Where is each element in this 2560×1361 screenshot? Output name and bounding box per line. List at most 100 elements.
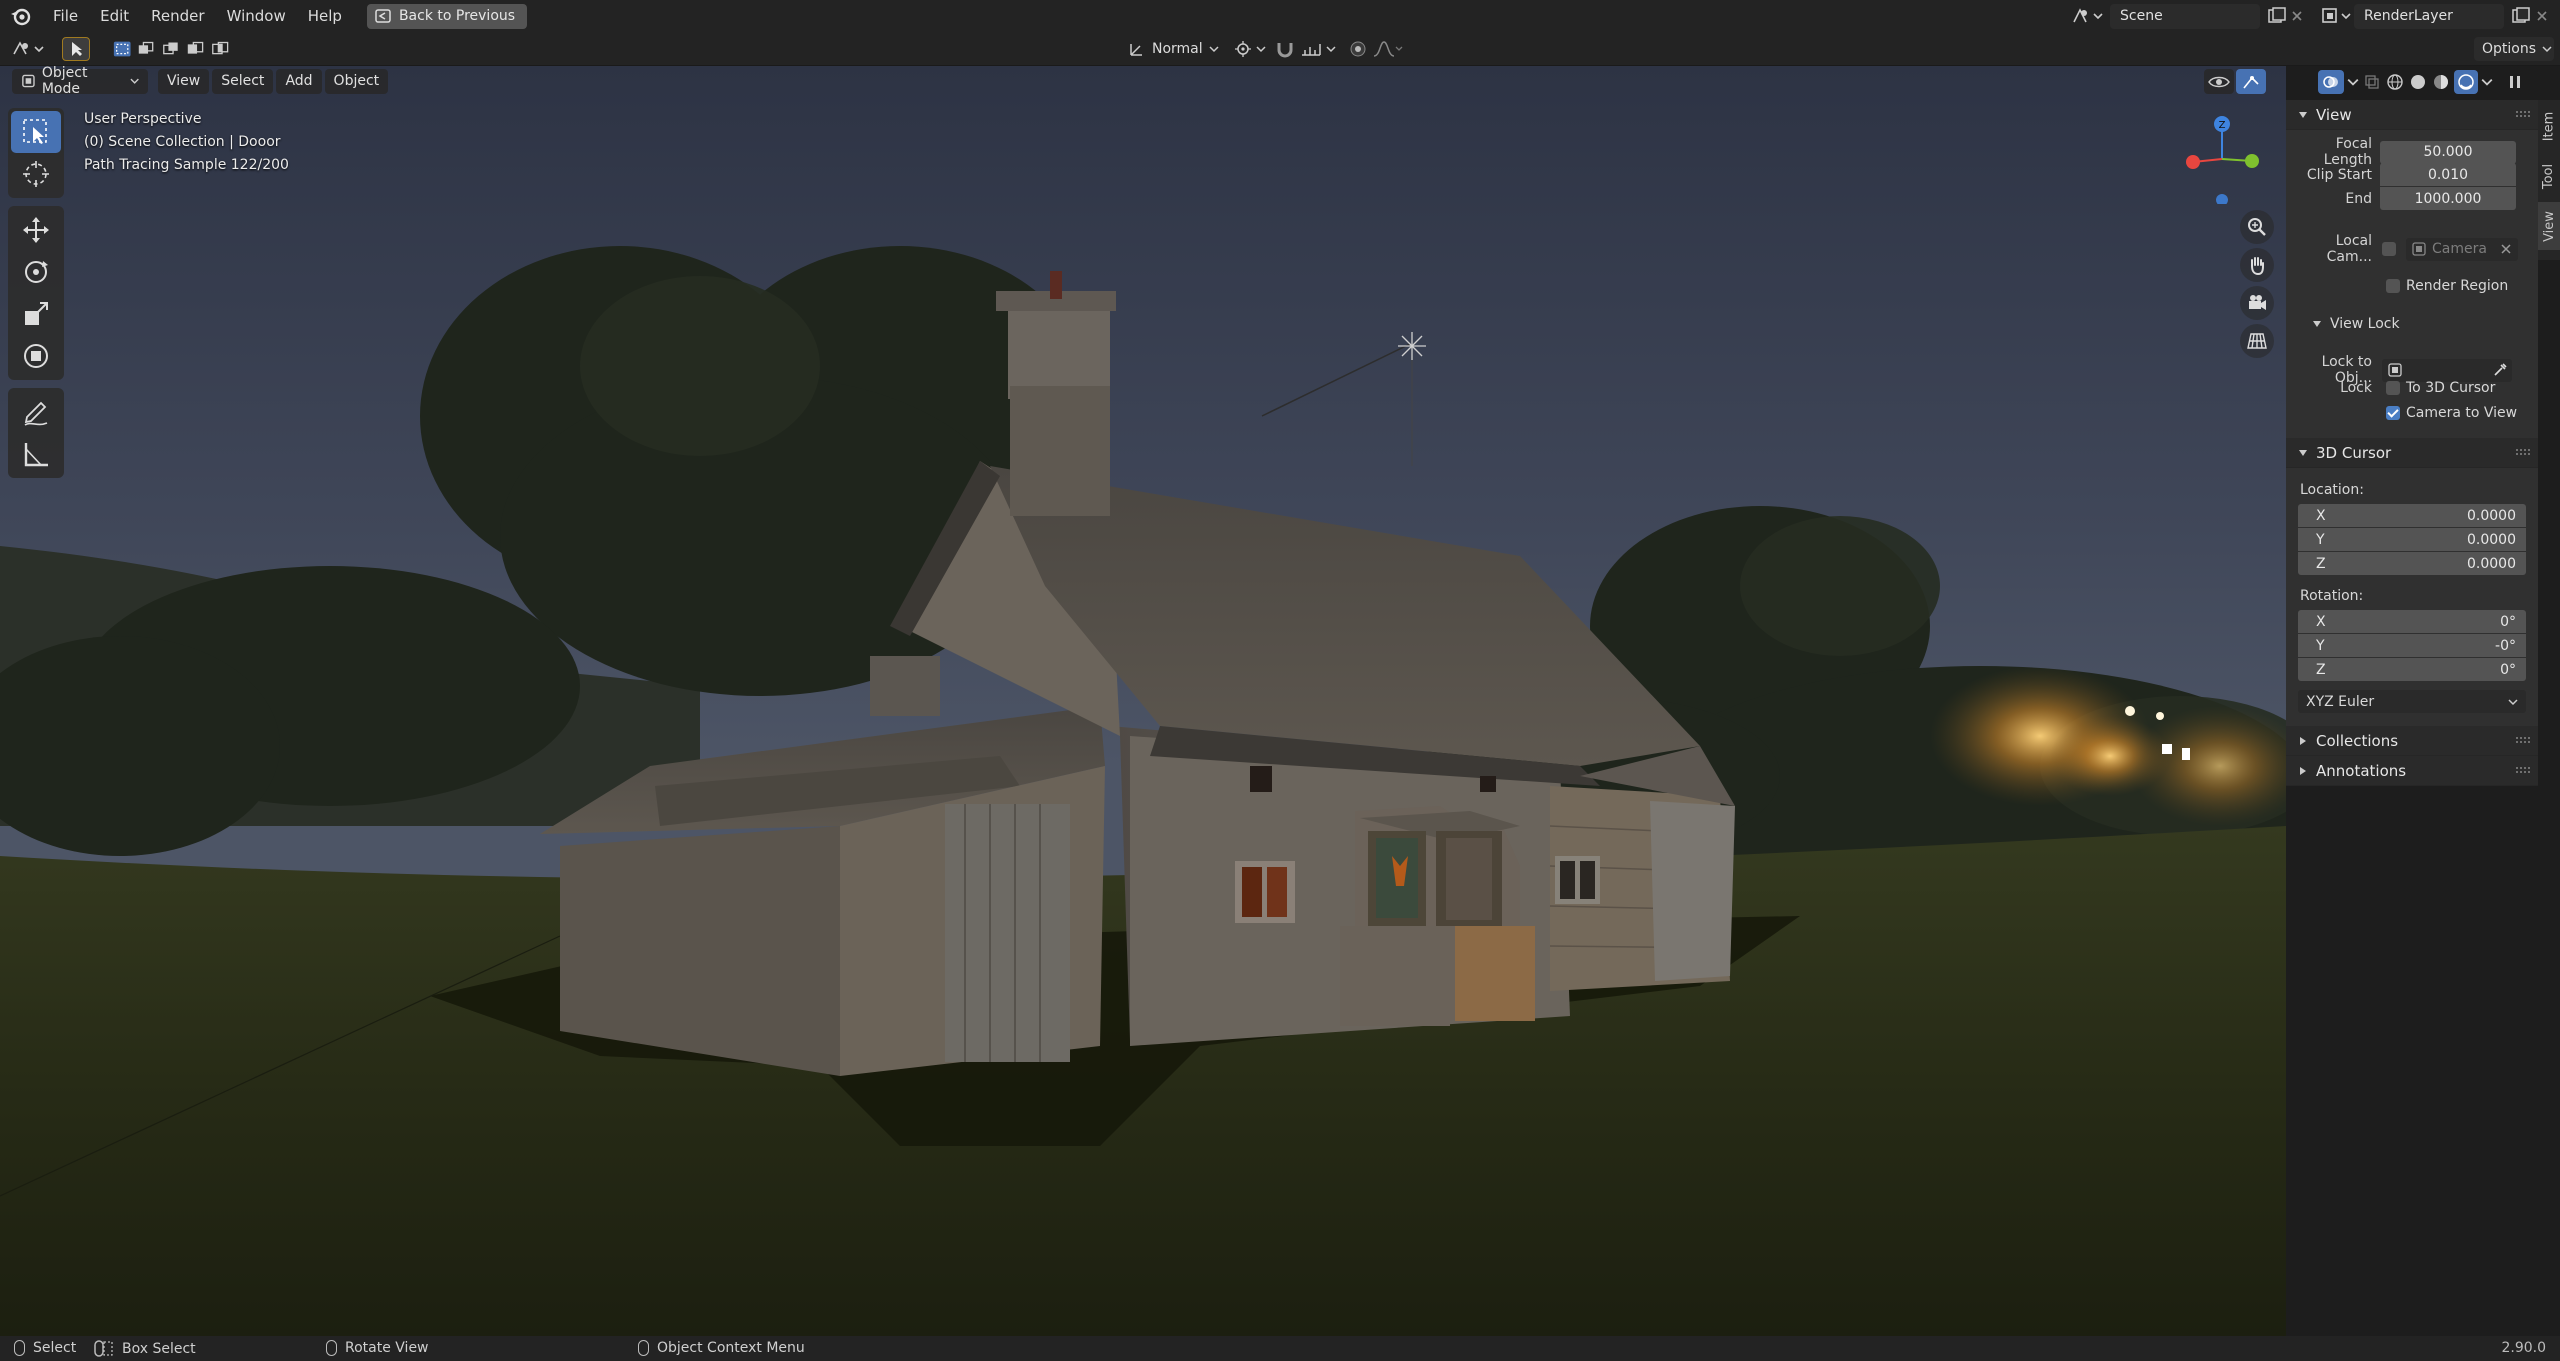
camera-to-view-checkbox[interactable] <box>2386 406 2400 420</box>
measure-tool[interactable] <box>11 433 61 475</box>
gizmo-y-axis[interactable] <box>2245 154 2259 168</box>
blender-logo-icon[interactable] <box>10 5 32 27</box>
close-layer-icon[interactable] <box>2532 7 2554 25</box>
menu-edit[interactable]: Edit <box>89 0 140 32</box>
lock-to-object-field[interactable] <box>2382 358 2512 382</box>
3d-cursor-panel-header[interactable]: 3D Cursor <box>2286 438 2538 468</box>
rotation-y-field[interactable]: Y -0° <box>2298 634 2526 657</box>
material-shading-icon[interactable] <box>2431 72 2451 92</box>
move-tool[interactable] <box>11 209 61 251</box>
pause-render-icon[interactable] <box>2506 73 2524 91</box>
rendered-scene[interactable] <box>0 66 2286 1336</box>
select-intersect-icon[interactable] <box>210 39 230 59</box>
rotate-tool[interactable] <box>11 251 61 293</box>
3d-viewport[interactable]: Object Mode View Select Add Object User … <box>0 66 2286 1336</box>
active-tool-button[interactable] <box>62 37 90 61</box>
location-z-field[interactable]: Z 0.0000 <box>2298 552 2526 575</box>
tab-view[interactable]: View <box>2538 202 2560 250</box>
render-region-checkbox[interactable] <box>2386 279 2400 293</box>
tab-item[interactable]: Item <box>2538 102 2560 150</box>
rotation-x-row: X 0° <box>2298 610 2526 633</box>
select-extend-icon[interactable] <box>136 39 156 59</box>
panel-drag-grip[interactable] <box>2516 111 2530 117</box>
wireframe-shading-icon[interactable] <box>2385 72 2405 92</box>
gizmo-neg-z-axis[interactable] <box>2216 194 2228 204</box>
close-scene-icon[interactable] <box>2288 7 2306 25</box>
view-panel-header[interactable]: View <box>2286 100 2538 130</box>
viewport-menu-object[interactable]: Object <box>324 68 389 94</box>
new-layer-icon[interactable] <box>2510 7 2532 25</box>
object-visibility-dropdown[interactable] <box>2204 69 2234 94</box>
view-lock-subheader[interactable]: View Lock <box>2312 316 2400 332</box>
select-invert-icon[interactable] <box>185 39 205 59</box>
collections-panel-header[interactable]: Collections <box>2286 726 2538 756</box>
viewport-menu-add[interactable]: Add <box>276 68 322 94</box>
proportional-edit-toggle[interactable] <box>1348 37 1370 61</box>
gizmo-toggle[interactable] <box>2236 69 2266 94</box>
local-camera-checkbox[interactable] <box>2382 242 2396 256</box>
xray-toggle[interactable] <box>2362 72 2382 92</box>
solid-shading-icon[interactable] <box>2408 72 2428 92</box>
rendered-shading-toggle[interactable] <box>2454 69 2478 94</box>
zoom-view-button[interactable] <box>2240 210 2274 244</box>
panel-drag-grip[interactable] <box>2516 737 2530 743</box>
pivot-point-dropdown[interactable] <box>1232 37 1268 61</box>
viewport-menu-view[interactable]: View <box>158 68 210 94</box>
selection-mode-group[interactable] <box>110 37 230 61</box>
scene-collection-text: (0) Scene Collection | Dooor <box>84 134 281 150</box>
viewport-menu-select[interactable]: Select <box>212 68 274 94</box>
menu-render[interactable]: Render <box>140 0 215 32</box>
clip-start-field[interactable]: 0.010 <box>2380 163 2516 186</box>
transform-tool[interactable] <box>11 335 61 377</box>
chevron-down-icon[interactable] <box>2347 76 2359 88</box>
overlays-toggle[interactable] <box>2318 69 2344 94</box>
render-layer-icon[interactable] <box>2320 6 2354 26</box>
chevron-down-icon[interactable] <box>2481 76 2493 88</box>
eyedropper-icon[interactable] <box>2492 362 2508 378</box>
menu-window[interactable]: Window <box>216 0 297 32</box>
object-mode-dropdown[interactable]: Object Mode <box>12 66 148 97</box>
local-camera-field[interactable]: Camera <box>2406 237 2518 261</box>
scene-name-field[interactable]: Scene <box>2110 3 2260 29</box>
version-label: 2.90.0 <box>2501 1340 2546 1356</box>
select-subtract-icon[interactable] <box>161 39 181 59</box>
camera-view-button[interactable] <box>2240 286 2274 320</box>
focal-length-field[interactable]: 50.000 <box>2380 140 2516 164</box>
cursor-tool[interactable] <box>11 153 61 195</box>
to-3d-cursor-checkbox[interactable] <box>2386 381 2400 395</box>
scene-icon[interactable] <box>2070 6 2106 26</box>
rotation-mode-dropdown[interactable]: XYZ Euler <box>2298 690 2526 713</box>
annotate-tool[interactable] <box>11 391 61 433</box>
annotations-panel-header[interactable]: Annotations <box>2286 756 2538 786</box>
snap-toggle[interactable] <box>1274 37 1298 61</box>
transform-orientation-dropdown[interactable]: Normal <box>1124 37 1224 61</box>
select-box-tool[interactable] <box>11 111 61 153</box>
navigation-gizmo[interactable]: Z <box>2176 104 2276 204</box>
render-layer-field[interactable]: RenderLayer <box>2354 3 2504 29</box>
gizmo-x-axis[interactable] <box>2186 155 2200 169</box>
rotation-z-field[interactable]: Z 0° <box>2298 658 2526 681</box>
perspective-toggle-button[interactable] <box>2240 324 2274 358</box>
select-new-icon[interactable] <box>112 39 132 59</box>
options-dropdown[interactable]: Options <box>2474 37 2554 61</box>
snap-target-dropdown[interactable] <box>1300 37 1338 61</box>
tab-tool[interactable]: Tool <box>2538 152 2560 200</box>
pan-view-button[interactable] <box>2240 248 2274 282</box>
location-x-field[interactable]: X 0.0000 <box>2298 504 2526 527</box>
panel-drag-grip[interactable] <box>2516 767 2530 773</box>
clear-icon[interactable] <box>2500 243 2512 255</box>
back-to-previous-button[interactable]: Back to Previous <box>366 3 528 29</box>
clip-start-row: Clip Start 0.010 <box>2286 163 2538 186</box>
menu-file[interactable]: File <box>42 0 89 32</box>
panel-drag-grip[interactable] <box>2516 449 2530 455</box>
location-y-field[interactable]: Y 0.0000 <box>2298 528 2526 551</box>
pivot-icon <box>1235 41 1251 57</box>
new-scene-icon[interactable] <box>2266 7 2288 25</box>
orientation-icon <box>1130 44 1142 56</box>
menu-help[interactable]: Help <box>297 0 353 32</box>
scale-tool[interactable] <box>11 293 61 335</box>
proportional-falloff-dropdown[interactable] <box>1372 37 1406 61</box>
clip-end-field[interactable]: 1000.000 <box>2380 187 2516 210</box>
rotation-x-field[interactable]: X 0° <box>2298 610 2526 633</box>
editor-type-button[interactable] <box>10 37 50 61</box>
